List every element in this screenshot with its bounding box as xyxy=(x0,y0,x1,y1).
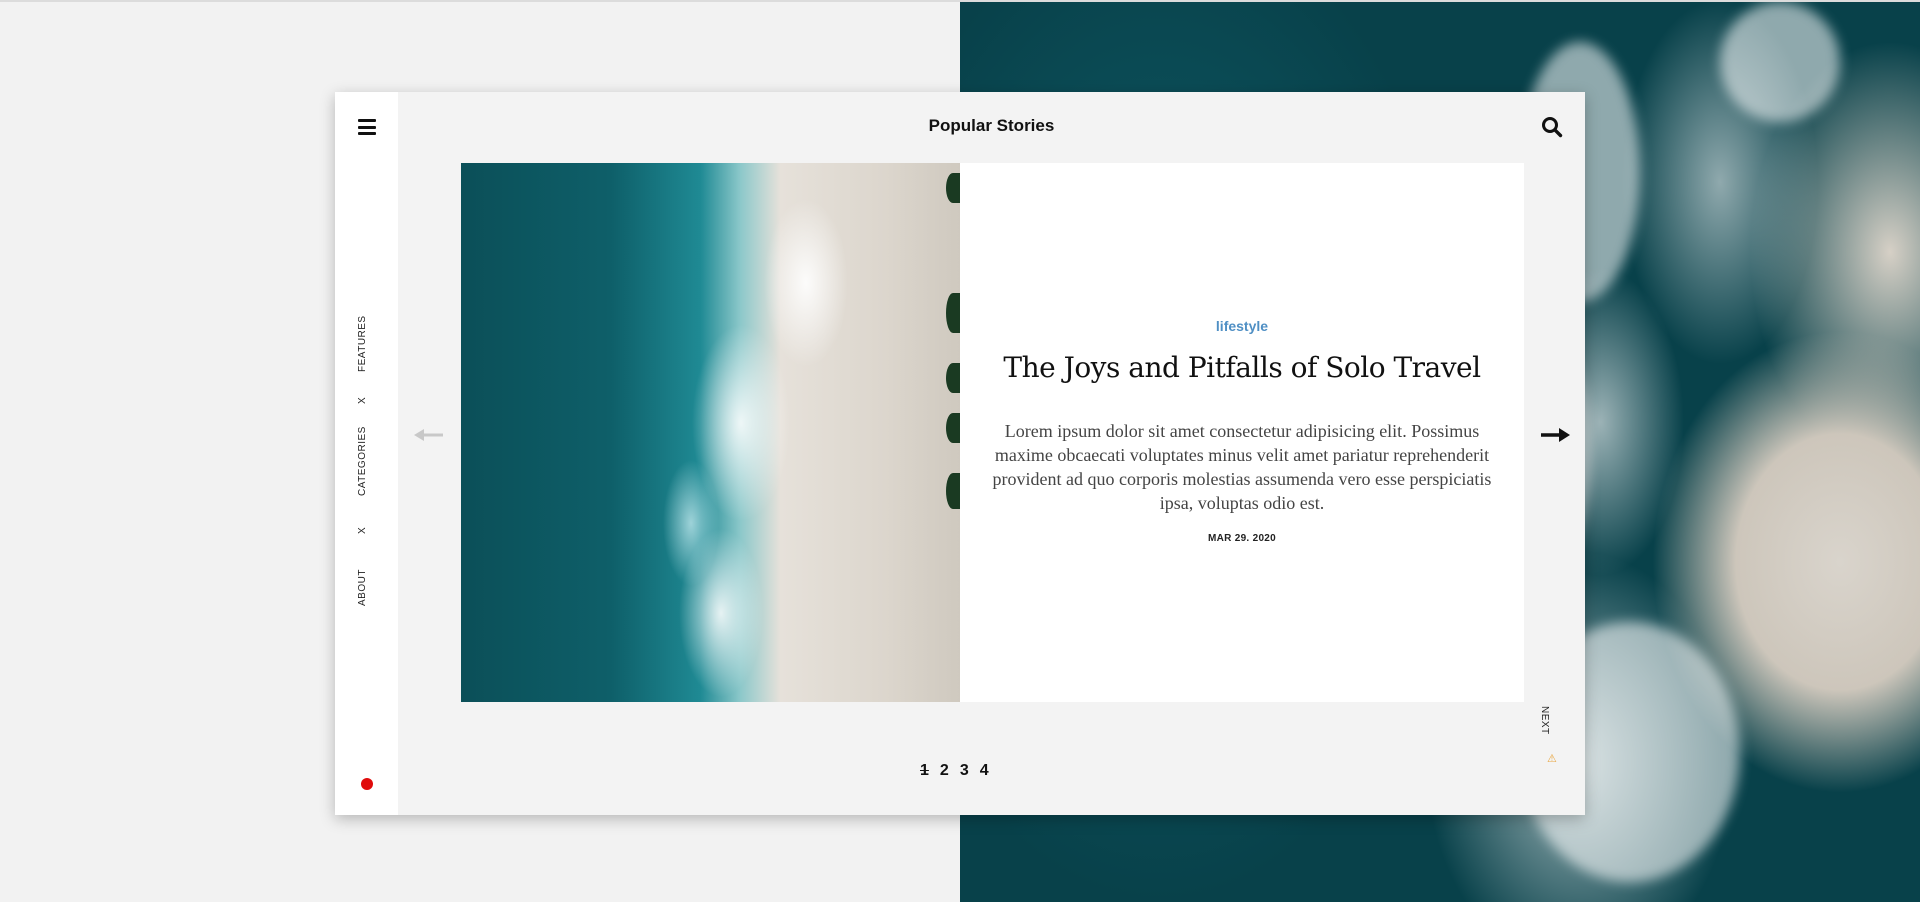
sidebar-item-categories[interactable]: CATEGORIES xyxy=(357,426,368,496)
story-image xyxy=(461,163,960,702)
sidebar-separator: X xyxy=(357,396,368,404)
tree-shape xyxy=(946,473,960,509)
page-title: Popular Stories xyxy=(928,116,1055,135)
tree-shape xyxy=(946,413,960,443)
story-title[interactable]: The Joys and Pitfalls of Solo Travel xyxy=(960,351,1524,384)
story-date: MAR 29. 2020 xyxy=(1207,533,1277,544)
triangle-flag-icon: ⚠ xyxy=(1547,753,1557,765)
story-slide[interactable]: lifestyle The Joys and Pitfalls of Solo … xyxy=(461,163,1524,702)
red-dot-icon xyxy=(361,778,373,790)
hamburger-icon[interactable] xyxy=(358,119,376,135)
sidebar: FEATURES X CATEGORIES X ABOUT xyxy=(335,92,398,815)
page-link-3[interactable]: 3 xyxy=(960,762,969,780)
sidebar-nav: FEATURES X CATEGORIES X ABOUT xyxy=(357,315,377,606)
search-icon[interactable] xyxy=(1541,116,1563,138)
sidebar-separator: X xyxy=(357,526,368,534)
stories-card: FEATURES X CATEGORIES X ABOUT Popular St… xyxy=(335,92,1585,815)
sidebar-item-features[interactable]: FEATURES xyxy=(357,315,368,372)
story-excerpt: Lorem ipsum dolor sit amet consectetur a… xyxy=(992,421,1492,513)
next-text[interactable]: NEXT xyxy=(1539,706,1550,735)
foam-shape xyxy=(1720,2,1840,122)
pagination: 1 2 3 4 xyxy=(920,762,989,780)
story-category[interactable]: lifestyle xyxy=(960,318,1524,334)
tree-shape xyxy=(946,293,960,333)
page-link-1[interactable]: 1 xyxy=(920,762,929,780)
page-link-2[interactable]: 2 xyxy=(940,762,949,780)
arrow-left-icon[interactable] xyxy=(414,428,444,442)
story-content: lifestyle The Joys and Pitfalls of Solo … xyxy=(960,163,1524,702)
tree-shape xyxy=(946,173,960,203)
arrow-right-icon[interactable] xyxy=(1540,427,1570,443)
page-link-4[interactable]: 4 xyxy=(980,762,989,780)
tree-shape xyxy=(946,363,960,393)
sidebar-item-about[interactable]: ABOUT xyxy=(357,569,368,606)
